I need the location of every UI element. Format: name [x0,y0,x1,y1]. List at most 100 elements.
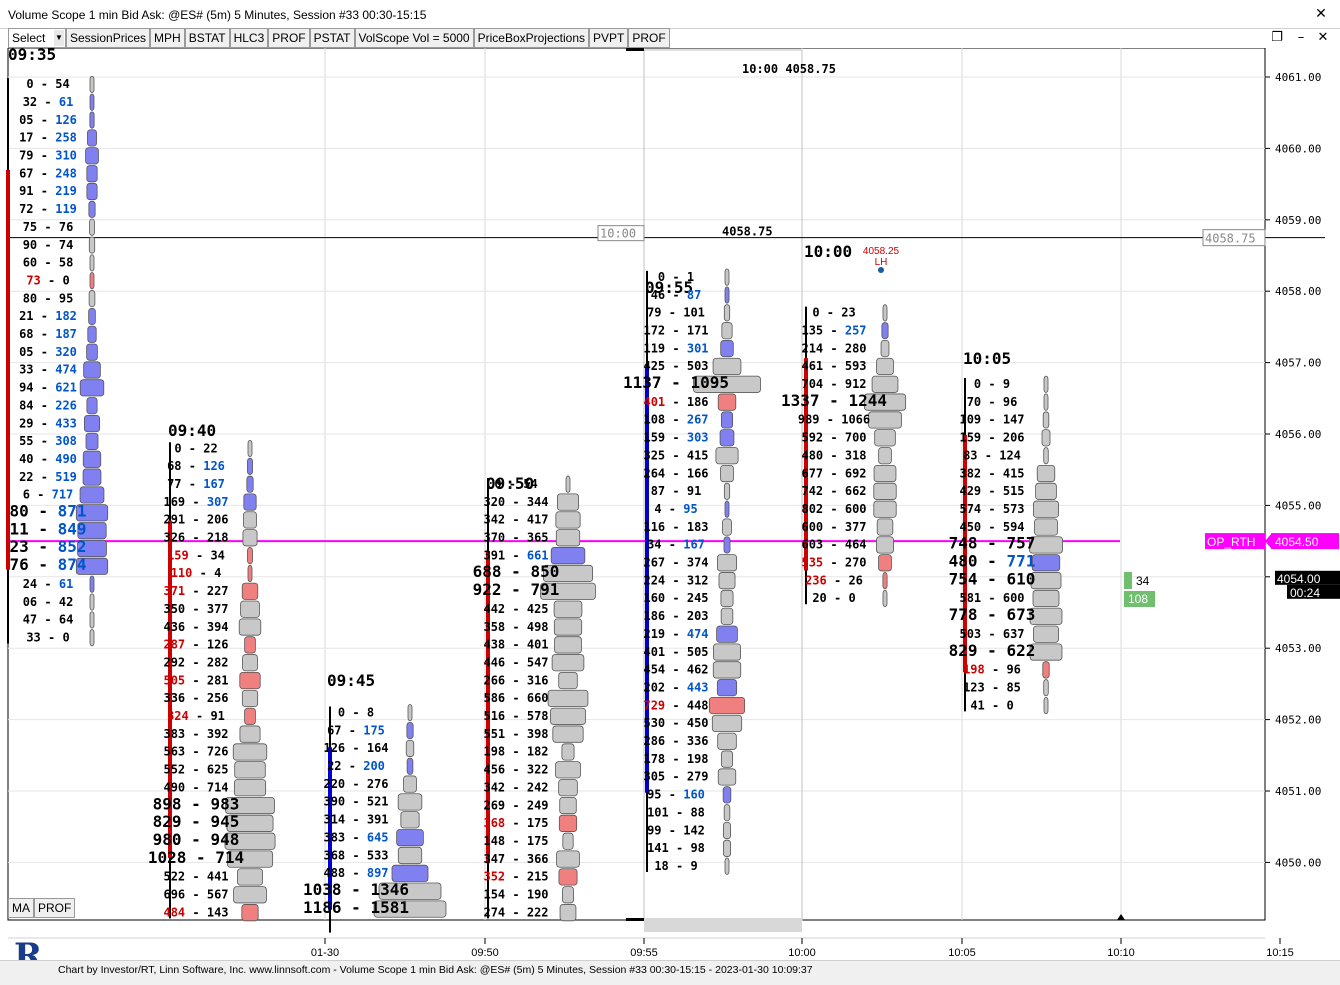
bid-volume: 110 [171,566,193,580]
volume-separator: - [978,605,1007,624]
profile-row [558,672,578,690]
restore-icon[interactable]: ❐ [1268,30,1286,45]
close-icon[interactable]: ✕ [1308,2,1334,24]
ask-volume: 912 [845,377,867,391]
ask-volume: 256 [207,691,229,705]
profile-row [397,846,423,865]
volume-separator: - [34,77,56,91]
volume-separator: - [37,595,59,609]
toolbar-button-priceboxprojections[interactable]: PriceBoxProjections [473,28,589,48]
price-row-volume: 342 - 417 [483,513,548,527]
volume-separator: - [185,673,207,687]
toolbar-button-hlc3[interactable]: HLC3 [229,28,269,48]
bid-volume: 126 [323,741,345,755]
volume-separator: - [505,548,527,562]
ask-volume: 101 [683,306,705,320]
price-row-volume: 314 - 391 [323,813,388,827]
price-row-volume: 688 - 850 [473,562,560,581]
price-row-volume: 450 - 594 [959,520,1024,534]
volume-separator: - [662,502,684,516]
bid-volume: 454 [643,663,665,677]
bid-volume: 159 [643,431,665,445]
toolbar-button-prof[interactable]: PROF [268,28,310,48]
close-chart-icon[interactable]: ✕ [1314,30,1332,45]
ask-volume: 662 [845,484,867,498]
volume-separator: - [823,556,845,570]
price-row-volume: 326 - 218 [163,531,228,545]
price-row-volume: 336 - 256 [163,691,228,705]
volume-separator: - [820,413,842,427]
toolbar-button-mph[interactable]: MPH [150,28,185,48]
toolbar-button-pvpt[interactable]: PVPT [589,28,629,48]
bid-volume: 159 [167,548,189,562]
profile-row [876,518,894,536]
ask-volume: 167 [203,477,225,491]
toolbar-button-bstat[interactable]: BSTAT [184,28,230,48]
toolbar-button-volscope[interactable]: VolScope Vol = 5000 [354,28,474,48]
ask-volume: 215 [527,870,549,884]
ask-volume: 322 [527,763,549,777]
price-row-volume: 198 - 182 [483,745,548,759]
price-row-volume: 0 - 54 [494,477,537,491]
price-row-volume: 60 - 58 [23,256,74,270]
volume-separator: - [823,359,845,373]
ask-volume: 267 [687,413,709,427]
bid-volume: 269 [483,798,505,812]
price-row-volume: 368 - 533 [323,848,388,862]
price-row-volume: 4 - 95 [654,502,697,516]
price-row-volume: 110 - 4 [171,566,222,580]
ask-volume: 308 [55,434,77,448]
bottom-button-prof[interactable]: PROF [34,898,76,918]
price-row-volume: 264 - 166 [643,466,708,480]
price-row-volume: 429 - 515 [959,484,1024,498]
profile-row [247,547,253,565]
volume-separator: - [182,441,204,455]
price-row-volume: 286 - 336 [643,734,708,748]
volume-separator: - [345,866,367,880]
ask-volume: 320 [55,345,77,359]
profile-row [241,904,259,922]
volume-profile-chart[interactable]: 4061.00 4060.00 4059.00 4058.00 4057.00 4056.… [0,48,1340,960]
profile-row [716,679,738,697]
profile-row [247,457,253,475]
price-row-volume: 33 - 474 [19,363,77,377]
volume-separator: - [30,488,52,502]
ask-volume: 96 [1003,395,1017,409]
bid-volume: 480 [949,552,978,571]
ask-volume: 547 [527,655,549,669]
volume-separator: - [665,573,687,587]
bid-volume: 159 [959,431,981,445]
chevron-down-icon[interactable]: ▼ [54,30,64,46]
bid-volume: 305 [643,770,665,784]
profile-row [717,768,737,786]
profile-row [88,200,96,218]
minimize-icon[interactable]: – [1292,30,1310,45]
volume-separator: - [981,395,1003,409]
ask-volume: 0 [62,273,69,287]
volume-separator: - [665,359,687,373]
bottom-button-ma[interactable]: MA [8,898,34,918]
price-row-volume: 530 - 450 [643,716,708,730]
bid-volume: 18 [654,859,668,873]
bar-time-label: 09:40 [168,421,216,440]
volume-separator: - [820,391,849,410]
price-row-volume: 214 - 280 [801,341,866,355]
volume-separator: - [665,591,687,605]
volume-separator: - [665,466,687,480]
ask-volume: 660 [527,691,549,705]
ask-volume: 85 [1006,680,1020,694]
price-row-volume: 0 - 22 [174,441,217,455]
price-row-volume: 551 - 398 [483,727,548,741]
select-dropdown[interactable]: Select ▼ [8,28,66,48]
volume-separator: - [189,548,211,562]
price-row-volume: 0 - 54 [26,77,69,91]
toolbar-button-prof-2[interactable]: PROF [628,28,670,48]
price-row-volume: 108 - 267 [643,413,708,427]
volume-separator: - [185,727,207,741]
volume-separator: - [823,466,845,480]
volume-separator: - [505,620,527,634]
bar-time-label: 09:45 [327,671,375,690]
ask-volume: 143 [207,905,229,919]
toolbar-button-sessionprices[interactable]: SessionPrices [66,28,151,48]
toolbar-button-pstat[interactable]: PSTAT [309,28,355,48]
